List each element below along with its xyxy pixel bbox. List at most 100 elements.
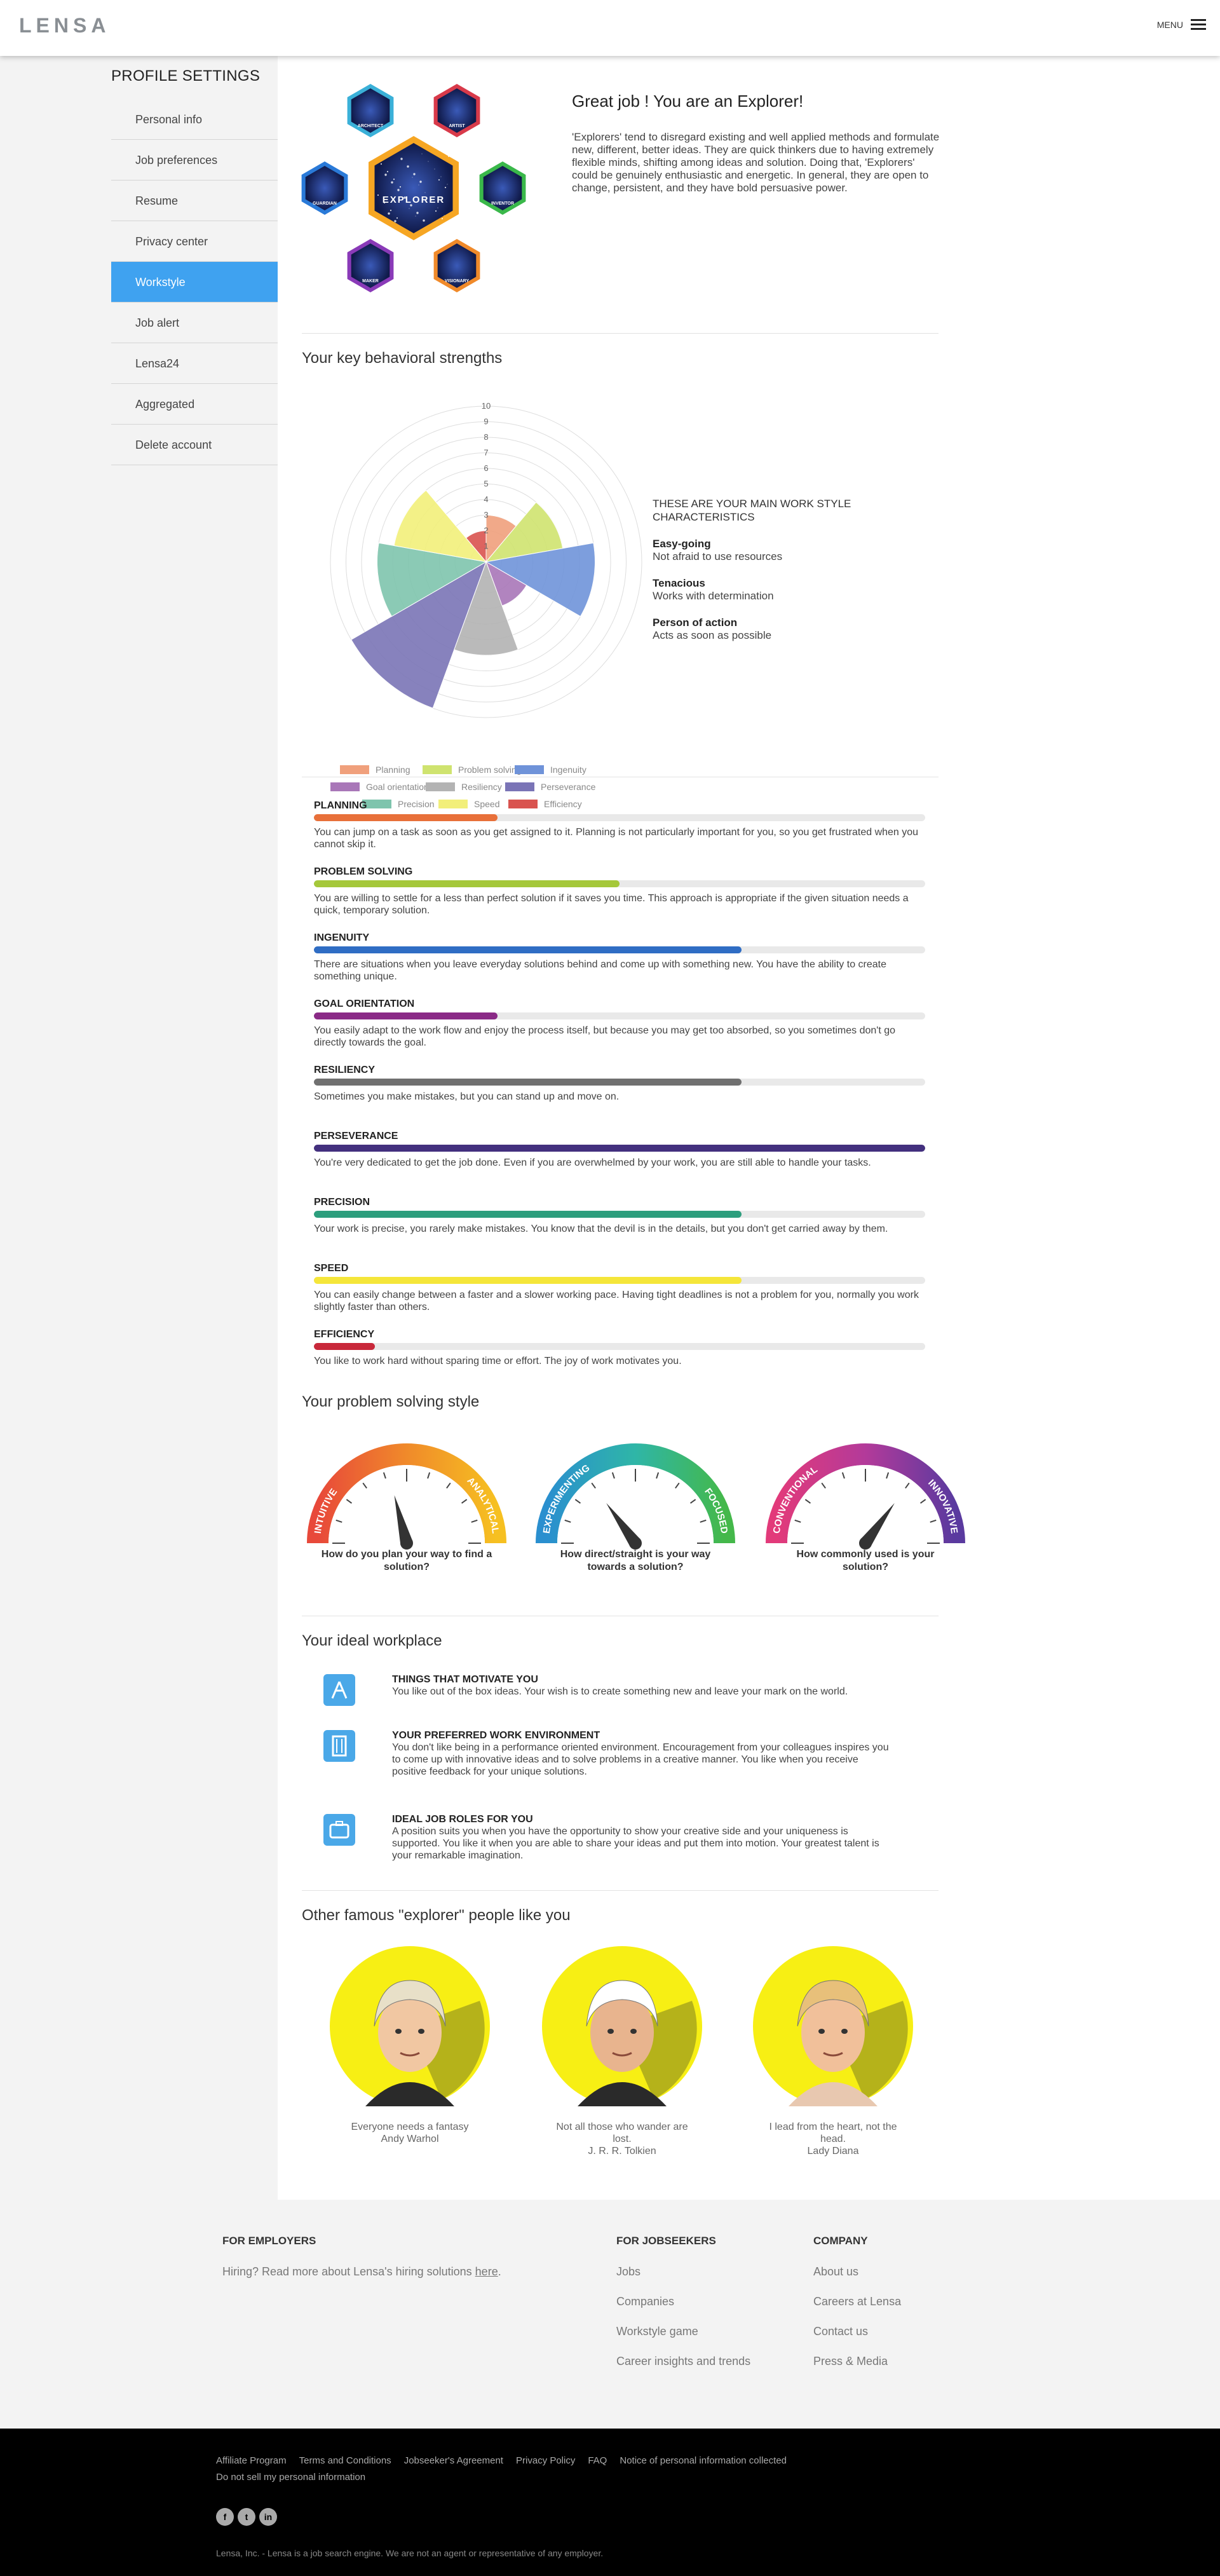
footer-link-career-insights-and-trends[interactable]: Career insights and trends	[616, 2355, 750, 2368]
trait-title: PRECISION	[314, 1197, 370, 1208]
legal-notice: Lensa, Inc. - Lensa is a job search engi…	[216, 2548, 604, 2558]
footer-link-careers-at-lensa[interactable]: Careers at Lensa	[813, 2295, 901, 2308]
main-content: ARCHITECT ARTIST INVENTOR VISIONARY MAKER GUA…	[278, 56, 1220, 2200]
legend-swatch	[340, 765, 369, 774]
trait-bar-fill	[314, 1277, 742, 1284]
profile-sidebar: PROFILE SETTINGS Personal info Job prefer…	[0, 56, 278, 2200]
badge-guardian: GUARDIAN	[301, 161, 348, 215]
workplace-title: Your ideal workplace	[302, 1632, 442, 1649]
trait-bar-track	[314, 946, 925, 953]
sidebar-item-personal-info[interactable]: Personal info	[111, 99, 278, 140]
section-divider	[302, 333, 939, 334]
badge-visionary: VISIONARY	[433, 239, 480, 292]
famous-person: I lead from the heart, not the head. Lady…	[750, 1944, 916, 2157]
footer-jobseekers-title: FOR JOBSEEKERS	[616, 2235, 716, 2247]
workplace-item-title: IDEAL JOB ROLES FOR YOU	[392, 1814, 533, 1825]
trait-description: You can jump on a task as soon as you ge…	[314, 827, 919, 850]
legal-link-faq[interactable]: FAQ	[588, 2455, 607, 2466]
trait-goal-orientation: GOAL ORIENTATION You easily adapt to the …	[314, 998, 925, 1064]
sidebar-item-aggregated[interactable]: Aggregated	[111, 384, 278, 425]
badge-center-label: EXPLORER	[383, 194, 445, 205]
legal-link-jobseeker-s-agreement[interactable]: Jobseeker's Agreement	[404, 2455, 503, 2466]
footer-link-jobs[interactable]: Jobs	[616, 2265, 750, 2279]
sidebar-item-job-preferences[interactable]: Job preferences	[111, 140, 278, 181]
lensa-logo[interactable]: LENSA	[19, 14, 110, 37]
legend-item: Problem solving	[423, 765, 522, 775]
do-not-sell-link[interactable]: Do not sell my personal information	[216, 2469, 915, 2486]
legal-link-terms-and-conditions[interactable]: Terms and Conditions	[299, 2455, 391, 2466]
footer-jobseekers: FOR JOBSEEKERS Jobs Companies Workstyle ga…	[616, 2235, 750, 2368]
linkedin-icon[interactable]: in	[259, 2508, 277, 2526]
twitter-icon[interactable]: t	[238, 2508, 255, 2526]
characteristic-item: Tenacious Works with determination	[653, 577, 881, 603]
legend-label: Goal orientation	[366, 782, 429, 792]
characteristics-heading: THESE ARE YOUR MAIN WORK STYLE CHARACTER…	[653, 498, 851, 523]
top-header: LENSA MENU	[0, 0, 1220, 56]
trait-efficiency: EFFICIENCY You like to work hard without …	[314, 1328, 925, 1394]
trait-precision: PRECISION Your work is precise, you rarel…	[314, 1196, 925, 1262]
footer-link-companies[interactable]: Companies	[616, 2295, 750, 2308]
badge-label: ARTIST	[449, 124, 465, 128]
menu-button[interactable]: MENU	[1157, 19, 1206, 30]
footer-link-contact-us[interactable]: Contact us	[813, 2325, 901, 2338]
legend-swatch	[515, 765, 544, 774]
motivation-icon	[323, 1674, 355, 1706]
menu-label: MENU	[1156, 19, 1183, 30]
radar-tick-label: 9	[484, 417, 488, 426]
trait-problem-solving: PROBLEM SOLVING You are willing to settle…	[314, 866, 925, 932]
strengths-radar-chart: 1 2 3 4 5 6 7 8 9 10 Planning Problem solving Ingenu…	[330, 401, 642, 809]
sidebar-item-job-alert[interactable]: Job alert	[111, 303, 278, 343]
gauge-hub	[400, 1537, 413, 1550]
gauge-hub	[629, 1537, 642, 1550]
legend-label: Planning	[376, 765, 410, 775]
footer-link-workstyle-game[interactable]: Workstyle game	[616, 2325, 750, 2338]
radar-tick-label: 7	[484, 448, 488, 458]
facebook-icon[interactable]: f	[216, 2508, 234, 2526]
result-title: Great job ! You are an Explorer!	[572, 92, 804, 111]
footer-company: COMPANY About us Careers at Lensa Contact …	[813, 2235, 901, 2368]
sidebar-item-delete-account[interactable]: Delete account	[111, 425, 278, 465]
legal-link-affiliate-program[interactable]: Affiliate Program	[216, 2455, 287, 2466]
radar-tick-label: 3	[484, 510, 488, 520]
trait-bar-track	[314, 814, 925, 821]
trait-title: RESILIENCY	[314, 1065, 376, 1075]
section-divider	[302, 1890, 939, 1891]
legal-link-privacy-policy[interactable]: Privacy Policy	[516, 2455, 575, 2466]
radar-tick-label: 4	[484, 494, 488, 504]
radar-tick-label: 10	[482, 401, 491, 411]
trait-title: SPEED	[314, 1263, 349, 1274]
trait-bar-fill	[314, 1079, 742, 1086]
famous-people: Everyone needs a fantasy Andy Warhol Not a…	[302, 1944, 937, 2211]
legend-label: Ingenuity	[550, 765, 586, 775]
gauge-question: How commonly used is your solution?	[796, 1549, 935, 1572]
workplace-item: IDEAL JOB ROLES FOR YOU A position suits …	[323, 1814, 895, 1862]
legend-swatch	[426, 782, 455, 791]
legend-swatch	[505, 782, 534, 791]
sidebar-item-workstyle[interactable]: Workstyle	[111, 262, 278, 303]
sidebar-item-lensa24[interactable]: Lensa24	[111, 343, 278, 384]
legend-item: Resiliency	[426, 782, 502, 792]
sidebar-nav: Personal info Job preferences Resume Privac…	[111, 99, 278, 465]
footer-link-press-media[interactable]: Press & Media	[813, 2355, 901, 2368]
person-name: Lady Diana	[807, 2146, 859, 2157]
workplace-item: YOUR PREFERRED WORK ENVIRONMENT You don't…	[323, 1730, 895, 1778]
legend-label: Resiliency	[461, 782, 502, 792]
radar-tick-label: 8	[484, 432, 488, 442]
employers-here-link[interactable]: here	[475, 2265, 498, 2278]
social-links: f t in	[216, 2508, 277, 2526]
sidebar-item-resume[interactable]: Resume	[111, 181, 278, 221]
sidebar-item-privacy-center[interactable]: Privacy center	[111, 221, 278, 262]
briefcase-icon	[323, 1814, 355, 1846]
trait-description: You like to work hard without sparing ti…	[314, 1356, 682, 1366]
workplace-item-text: A position suits you when you have the o…	[392, 1826, 879, 1861]
legend-item: Ingenuity	[515, 765, 586, 775]
legal-link-notice-of-personal-information-collected[interactable]: Notice of personal information collected	[620, 2455, 787, 2466]
trait-description: Sometimes you make mistakes, but you can…	[314, 1091, 620, 1102]
gauge-dial: CONVENTIONALINNOVATIVE	[766, 1443, 965, 1550]
trait-bars: PLANNING You can jump on a task as soon a…	[314, 800, 925, 1394]
legend-label: Problem solving	[458, 765, 522, 775]
trait-title: PLANNING	[314, 800, 367, 811]
badge-inventor: INVENTOR	[479, 161, 526, 215]
portrait-illustration	[542, 1946, 702, 2106]
footer-link-about-us[interactable]: About us	[813, 2265, 901, 2279]
